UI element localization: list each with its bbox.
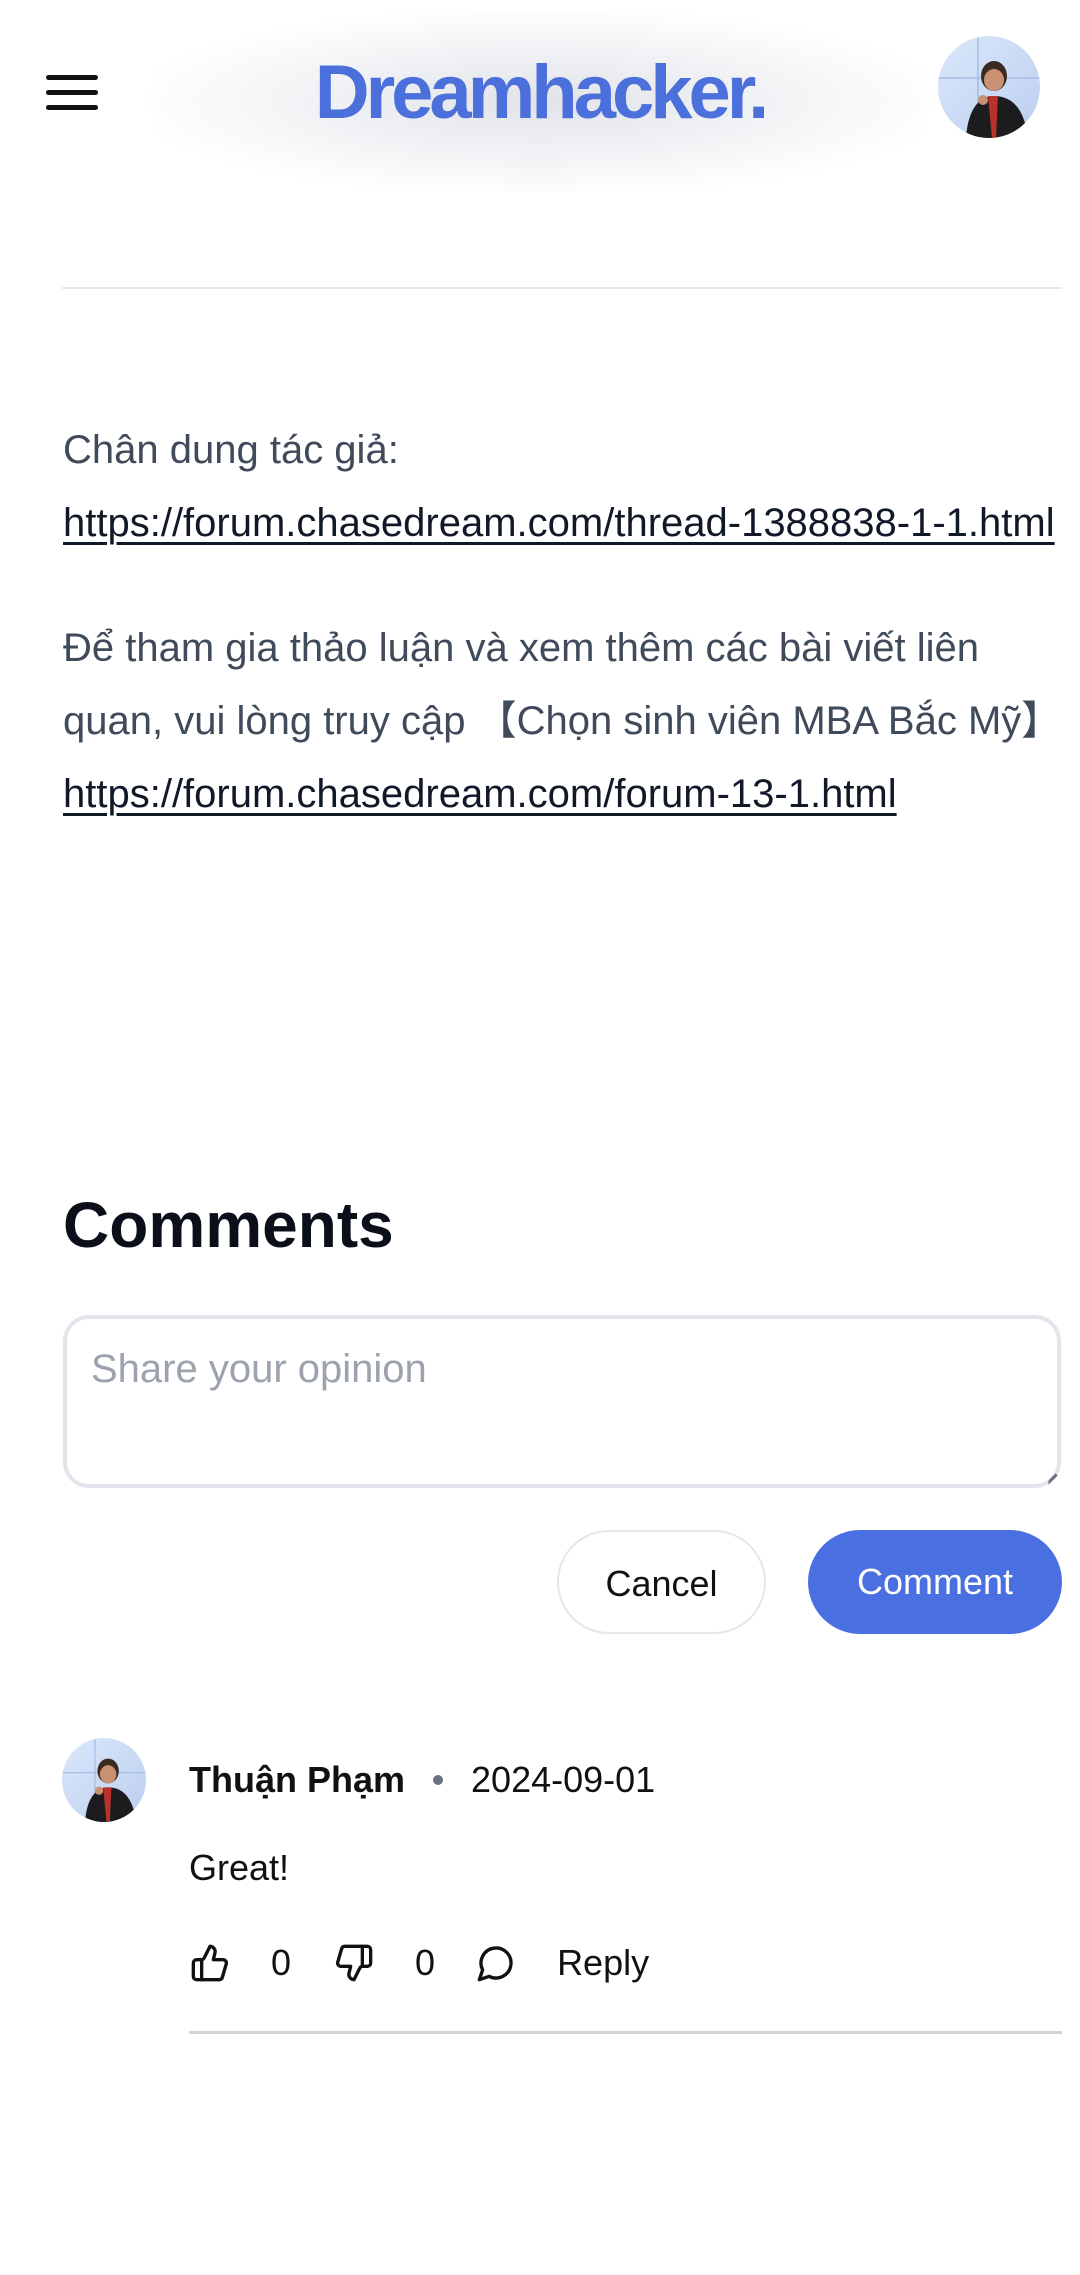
thumbs-up-icon[interactable] (189, 1942, 231, 1984)
commenter-avatar[interactable] (62, 1738, 146, 1822)
author-portrait-paragraph: Chân dung tác giả: https://forum.chasedr… (63, 414, 1063, 560)
content-divider (62, 287, 1062, 289)
comment-text: Great! (189, 1847, 290, 1888)
comment-date: 2024-09-01 (471, 1759, 656, 1800)
person-photo-icon (62, 1738, 146, 1822)
comment-bubble-icon[interactable] (475, 1942, 517, 1984)
forum-link[interactable]: https://forum.chasedream.com/forum-13-1.… (63, 772, 897, 816)
comment-meta: Thuận Phạm 2024-09-01 (189, 1752, 655, 1808)
comment-input-box (63, 1315, 1061, 1488)
author-portrait-label: Chân dung tác giả: (63, 428, 399, 472)
cancel-button[interactable]: Cancel (557, 1530, 766, 1634)
separator-dot (433, 1775, 444, 1785)
discussion-text: Để tham gia thảo luận và xem thêm các bà… (63, 626, 1062, 743)
reply-button[interactable]: Reply (557, 1942, 649, 1984)
submit-comment-button[interactable]: Comment (808, 1530, 1062, 1634)
like-count: 0 (271, 1942, 292, 1983)
comment-author[interactable]: Thuận Phạm (189, 1759, 405, 1801)
author-thread-link[interactable]: https://forum.chasedream.com/thread-1388… (63, 501, 1055, 545)
comment-input[interactable] (67, 1319, 1057, 1484)
site-header: Dreamhacker. (0, 0, 1080, 195)
comment-divider (189, 2031, 1062, 2034)
article-body: Chân dung tác giả: https://forum.chasedr… (63, 414, 1063, 831)
dislike-count: 0 (415, 1942, 436, 1983)
comments-heading: Comments (63, 1189, 394, 1261)
thumbs-down-icon[interactable] (333, 1942, 375, 1984)
comment-actions: 0 0 Reply (189, 1938, 649, 1988)
user-avatar[interactable] (938, 36, 1040, 138)
site-logo[interactable]: Dreamhacker. (0, 48, 1080, 138)
person-photo-icon (938, 36, 1040, 138)
discussion-paragraph: Để tham gia thảo luận và xem thêm các bà… (63, 612, 1063, 831)
